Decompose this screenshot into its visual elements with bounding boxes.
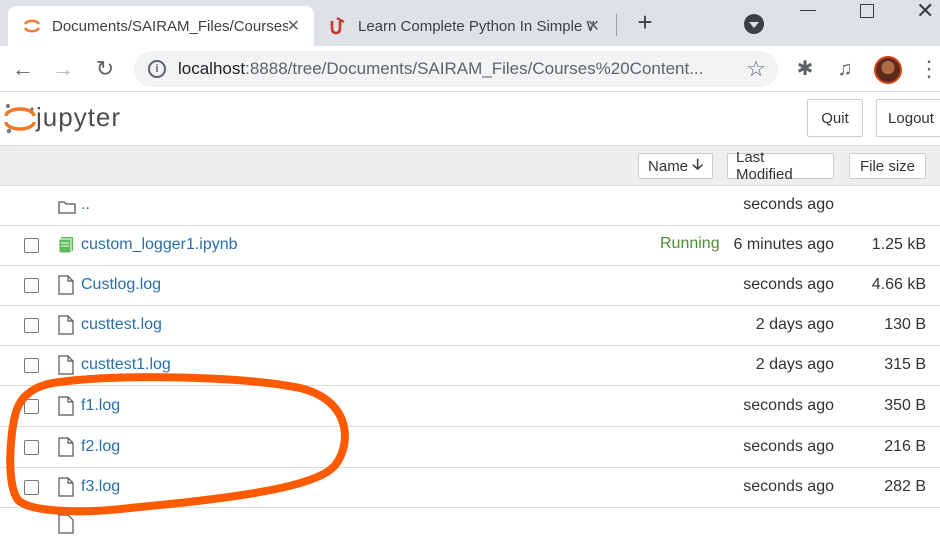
- media-controls-icon[interactable]: ♫: [834, 58, 856, 80]
- back-arrow-icon[interactable]: ←: [10, 56, 36, 82]
- file-link[interactable]: f3.log: [81, 478, 120, 496]
- file-icon: [58, 275, 74, 295]
- extensions-puzzle-icon[interactable]: ✱: [794, 58, 816, 80]
- list-item-partial: [0, 508, 940, 548]
- file-link[interactable]: Custlog.log: [81, 276, 161, 294]
- tab-title: Learn Complete Python In Simple Way: [358, 17, 594, 35]
- select-checkbox[interactable]: [24, 278, 39, 293]
- site-info-icon[interactable]: i: [148, 60, 166, 78]
- minimize-window-button[interactable]: [800, 10, 816, 11]
- file-size: 216 B: [884, 438, 926, 455]
- file-icon: [58, 396, 74, 416]
- select-checkbox[interactable]: [24, 238, 39, 253]
- file-list-header: Name 🡣 Last Modified File size: [0, 145, 940, 186]
- sort-by-name-button[interactable]: Name 🡣: [638, 153, 713, 179]
- file-link[interactable]: custtest1.log: [81, 356, 171, 374]
- modified-time: 2 days ago: [755, 316, 834, 333]
- browser-tab-strip: Documents/SAIRAM_Files/Courses%20Content…: [0, 0, 940, 46]
- close-tab-icon[interactable]: ✕: [587, 16, 600, 36]
- select-checkbox[interactable]: [24, 358, 39, 373]
- udemy-favicon-icon: [328, 16, 348, 36]
- notebook-icon: [58, 237, 73, 254]
- file-size: 4.66 kB: [871, 276, 926, 293]
- logout-button[interactable]: Logout: [876, 99, 940, 137]
- modified-time: seconds ago: [743, 196, 834, 213]
- forward-arrow-icon[interactable]: →: [50, 56, 76, 82]
- modified-time: seconds ago: [743, 397, 834, 414]
- file-link[interactable]: f2.log: [81, 438, 120, 456]
- folder-icon: [58, 201, 76, 214]
- url-text: localhost:8888/tree/Documents/SAIRAM_Fil…: [178, 59, 704, 78]
- jupyter-favicon-icon: [22, 16, 42, 36]
- maximize-window-button[interactable]: [860, 4, 874, 18]
- profile-avatar[interactable]: [874, 56, 902, 84]
- close-tab-icon[interactable]: ✕: [287, 16, 300, 36]
- file-size: 130 B: [884, 316, 926, 333]
- parent-directory-link[interactable]: ..: [81, 196, 90, 214]
- select-checkbox[interactable]: [24, 318, 39, 333]
- tab-udemy[interactable]: Learn Complete Python In Simple Way ✕: [318, 6, 614, 46]
- file-link[interactable]: custtest.log: [81, 316, 162, 334]
- list-item[interactable]: custom_logger1.ipynb Running 6 minutes a…: [0, 226, 940, 266]
- modified-time: 6 minutes ago: [733, 236, 834, 253]
- tab-jupyter[interactable]: Documents/SAIRAM_Files/Courses%20Content…: [8, 6, 314, 46]
- list-item[interactable]: f1.log seconds ago 350 B: [0, 387, 940, 427]
- sort-arrow-down-icon: 🡣: [692, 155, 703, 173]
- file-icon: [58, 315, 74, 335]
- file-icon: [58, 514, 74, 534]
- jupyter-logo-icon[interactable]: [2, 100, 38, 136]
- select-checkbox[interactable]: [24, 399, 39, 414]
- reload-icon[interactable]: ↻: [92, 56, 118, 82]
- tab-separator: [616, 14, 617, 36]
- list-item[interactable]: Custlog.log seconds ago 4.66 kB: [0, 266, 940, 306]
- jupyter-wordmark: jupyter: [36, 102, 122, 132]
- browser-menu-icon[interactable]: ⋮: [918, 56, 940, 82]
- jupyter-header: jupyter Quit Logout: [0, 92, 940, 145]
- file-link[interactable]: custom_logger1.ipynb: [81, 236, 238, 254]
- list-item[interactable]: f3.log seconds ago 282 B: [0, 468, 940, 508]
- sort-by-size-button[interactable]: File size: [849, 153, 926, 179]
- list-item[interactable]: custtest1.log 2 days ago 315 B: [0, 346, 940, 386]
- modified-time: 2 days ago: [755, 356, 834, 373]
- file-icon: [58, 355, 74, 375]
- address-bar[interactable]: i localhost:8888/tree/Documents/SAIRAM_F…: [134, 51, 778, 87]
- file-link[interactable]: f1.log: [81, 397, 120, 415]
- select-checkbox[interactable]: [24, 480, 39, 495]
- new-tab-button[interactable]: +: [632, 9, 658, 36]
- modified-time: seconds ago: [743, 438, 834, 455]
- sort-by-modified-button[interactable]: Last Modified: [727, 149, 834, 183]
- file-icon: [58, 477, 74, 497]
- browser-toolbar: ← → ↻ i localhost:8888/tree/Documents/SA…: [0, 46, 940, 92]
- file-size: 315 B: [884, 356, 926, 373]
- file-size: 282 B: [884, 478, 926, 495]
- select-checkbox[interactable]: [24, 440, 39, 455]
- file-icon: [58, 437, 74, 457]
- list-item[interactable]: custtest.log 2 days ago 130 B: [0, 306, 940, 346]
- parent-directory-row[interactable]: .. seconds ago: [0, 186, 940, 226]
- running-status: Running: [660, 235, 720, 252]
- file-size: 1.25 kB: [871, 236, 926, 253]
- tab-search-button[interactable]: [744, 14, 764, 34]
- tab-title: Documents/SAIRAM_Files/Courses%20Content: [52, 17, 288, 35]
- modified-time: seconds ago: [743, 276, 834, 293]
- close-window-button[interactable]: ✕: [916, 0, 934, 24]
- bookmark-star-icon[interactable]: ☆: [746, 56, 766, 82]
- modified-time: seconds ago: [743, 478, 834, 495]
- list-item[interactable]: f2.log seconds ago 216 B: [0, 428, 940, 468]
- quit-button[interactable]: Quit: [807, 99, 863, 137]
- file-size: 350 B: [884, 397, 926, 414]
